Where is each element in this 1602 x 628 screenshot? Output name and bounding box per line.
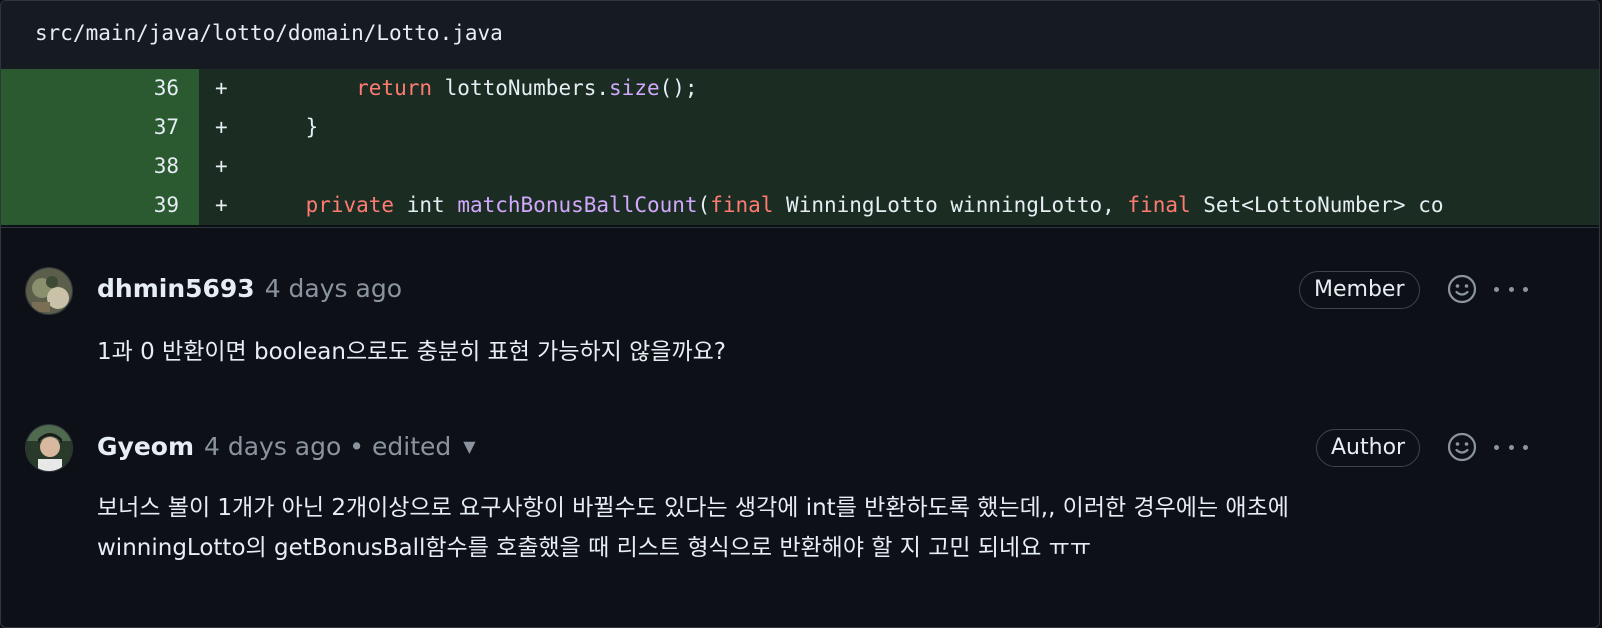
role-badge: Author	[1316, 429, 1421, 467]
code-token: final	[710, 193, 774, 217]
review-comment: Gyeom 4 days ago • edited ▼ Author 보너스 볼…	[1, 386, 1599, 586]
line-number[interactable]: 38	[1, 147, 199, 186]
code-token: WinningLotto winningLotto,	[773, 193, 1128, 217]
code-token: size	[609, 76, 660, 100]
code-token: matchBonusBallCount	[457, 193, 698, 217]
comment-body: 보너스 볼이 1개가 아닌 2개이상으로 요구사항이 바뀔수도 있다는 생각에 …	[97, 488, 1289, 568]
code-token: lottoNumbers.	[432, 76, 610, 100]
smiley-icon[interactable]	[1447, 432, 1477, 462]
role-badge: Member	[1299, 271, 1420, 309]
kebab-menu-icon[interactable]	[1494, 442, 1528, 452]
line-number[interactable]: 36	[1, 69, 199, 108]
code-line: + return lottoNumbers.size();	[199, 69, 1599, 108]
added-marker: +	[215, 76, 228, 100]
code-token: (	[697, 193, 711, 217]
code-token: final	[1127, 193, 1191, 217]
timestamp[interactable]: 4 days ago	[204, 432, 341, 461]
code-token: return	[356, 76, 433, 100]
added-marker: +	[215, 115, 228, 139]
line-number[interactable]: 37	[1, 108, 199, 147]
added-marker: +	[215, 193, 228, 217]
comment-body: 1과 0 반환이면 boolean으로도 충분히 표현 가능하지 않을까요?	[97, 332, 726, 372]
diff-line: 39 + private int matchBonusBallCount(fina…	[1, 186, 1599, 225]
diff-line: 36 + return lottoNumbers.size();	[1, 69, 1599, 108]
code-token: int	[394, 193, 458, 217]
code-token: private	[305, 193, 395, 217]
comment-body-line: winningLotto의 getBonusBall함수를 호출했을 때 리스트…	[97, 535, 1091, 561]
comment-body-line: 보너스 볼이 1개가 아닌 2개이상으로 요구사항이 바뀔수도 있다는 생각에 …	[97, 495, 1289, 521]
code-token: }	[255, 115, 319, 139]
chevron-down-icon[interactable]: ▼	[463, 437, 475, 456]
added-marker: +	[215, 154, 228, 178]
diff-line: 38 +	[1, 147, 1599, 186]
timestamp[interactable]: 4 days ago	[265, 274, 402, 303]
review-thread: src/main/java/lotto/domain/Lotto.java 36…	[0, 0, 1600, 628]
kebab-menu-icon[interactable]	[1494, 284, 1528, 294]
comment-header: dhmin5693 4 days ago	[97, 268, 402, 308]
comment-header: Gyeom 4 days ago • edited ▼	[97, 426, 476, 466]
author-name[interactable]: dhmin5693	[97, 274, 255, 303]
edited-label[interactable]: edited	[372, 432, 451, 461]
file-path-link[interactable]: src/main/java/lotto/domain/Lotto.java	[35, 21, 503, 45]
diff-line: 37 + }	[1, 108, 1599, 147]
diff-hunk: 36 + return lottoNumbers.size(); 37 + } 38 +3…	[1, 69, 1599, 228]
avatar[interactable]	[25, 267, 73, 315]
code-line: +	[199, 147, 1599, 186]
code-line: + }	[199, 108, 1599, 147]
comment-body-line: 1과 0 반환이면 boolean으로도 충분히 표현 가능하지 않을까요?	[97, 339, 726, 365]
avatar[interactable]	[25, 424, 73, 472]
separator-dot: •	[349, 431, 365, 461]
file-header: src/main/java/lotto/domain/Lotto.java	[1, 1, 1599, 70]
smiley-icon[interactable]	[1447, 274, 1477, 304]
code-line: + private int matchBonusBallCount(final …	[199, 186, 1599, 225]
code-token: ();	[659, 76, 698, 100]
line-number[interactable]: 39	[1, 186, 199, 225]
review-comment: dhmin5693 4 days ago Member 1과 0 반환이면 bo…	[1, 227, 1599, 387]
author-name[interactable]: Gyeom	[97, 432, 194, 461]
code-token: Set<LottoNumber> co	[1190, 193, 1444, 217]
